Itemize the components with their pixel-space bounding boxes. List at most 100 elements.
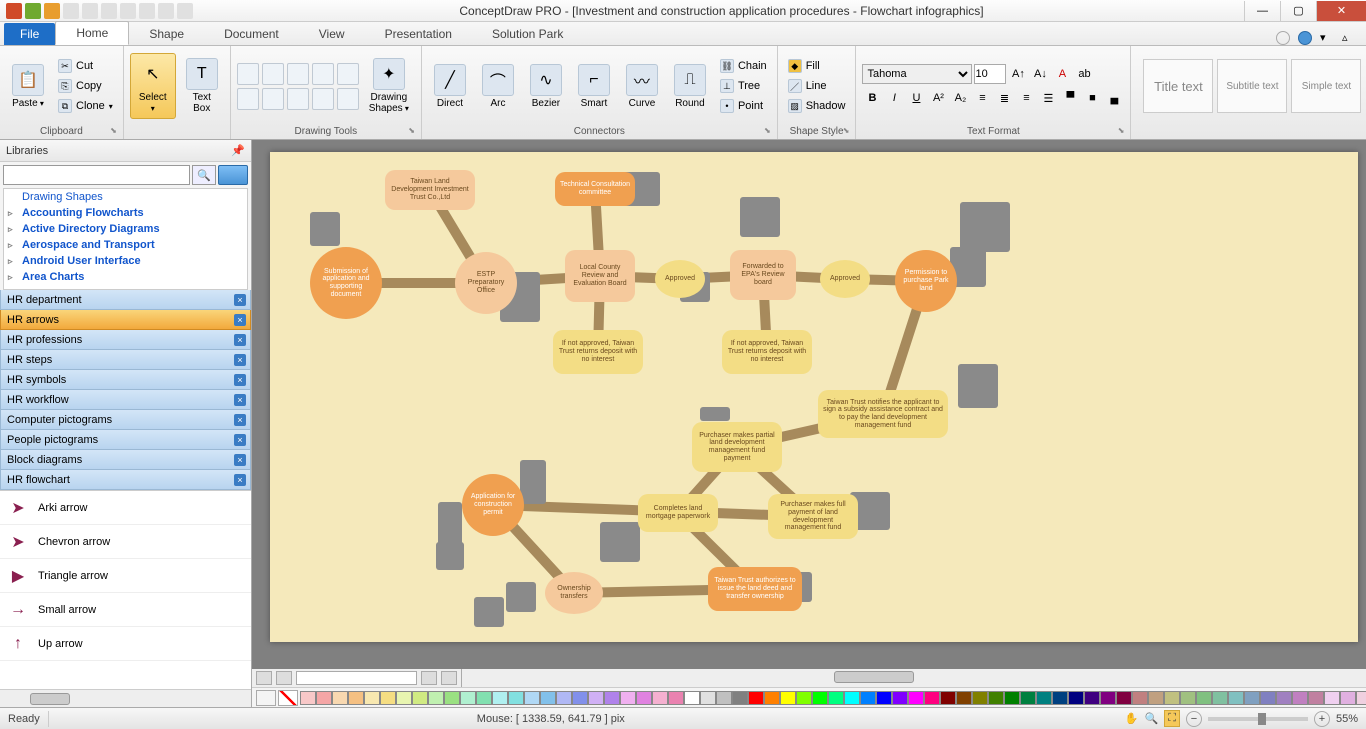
pictogram[interactable]: [700, 407, 730, 421]
minimize-button[interactable]: —: [1244, 1, 1280, 21]
color-swatch[interactable]: [652, 691, 668, 705]
page-next[interactable]: [421, 671, 437, 685]
connector-direct[interactable]: ╱Direct: [428, 60, 472, 113]
page-tab-1[interactable]: [296, 671, 417, 685]
zoom-out-button[interactable]: −: [1186, 711, 1202, 727]
search-icon[interactable]: 🔍: [192, 165, 216, 185]
close-icon[interactable]: ×: [234, 414, 246, 426]
color-swatch[interactable]: [1116, 691, 1132, 705]
color-swatch[interactable]: [1276, 691, 1292, 705]
libtree-item[interactable]: Aerospace and Transport: [4, 237, 247, 253]
line-button[interactable]: ／Line: [784, 77, 850, 95]
page-prev[interactable]: [276, 671, 292, 685]
pictogram[interactable]: [740, 197, 780, 237]
color-swatch[interactable]: [1020, 691, 1036, 705]
color-swatch[interactable]: [508, 691, 524, 705]
color-swatch[interactable]: [1036, 691, 1052, 705]
select-button[interactable]: ↖Select: [130, 53, 176, 119]
zoom-tool-icon[interactable]: 🔍: [1145, 712, 1159, 725]
color-swatch[interactable]: [460, 691, 476, 705]
library-category[interactable]: HR department×: [0, 290, 251, 310]
color-swatch[interactable]: [796, 691, 812, 705]
arrow-library-item[interactable]: ↑Up arrow: [0, 627, 251, 661]
connector-chain[interactable]: ⛓Chain: [716, 57, 771, 75]
color-swatch[interactable]: [476, 691, 492, 705]
close-icon[interactable]: ×: [234, 354, 246, 366]
color-swatch[interactable]: [348, 691, 364, 705]
qat-btn-6[interactable]: [101, 3, 117, 19]
arrow-library-item[interactable]: ➤Chevron arrow: [0, 525, 251, 559]
qat-btn-5[interactable]: [82, 3, 98, 19]
arrow-library-item[interactable]: →Small arrow: [0, 593, 251, 627]
close-button[interactable]: ✕: [1316, 1, 1366, 21]
color-swatch[interactable]: [620, 691, 636, 705]
color-swatch[interactable]: [412, 691, 428, 705]
align-justify[interactable]: ☰: [1038, 88, 1058, 108]
textbox-button[interactable]: TText Box: [180, 54, 224, 118]
file-tab[interactable]: File: [4, 23, 55, 45]
font-color[interactable]: A: [1052, 64, 1072, 84]
color-swatch[interactable]: [764, 691, 780, 705]
library-category[interactable]: HR workflow×: [0, 390, 251, 410]
color-swatch[interactable]: [1292, 691, 1308, 705]
flowchart-node[interactable]: Permission to purchase Park land: [895, 250, 957, 312]
pictogram[interactable]: [506, 582, 536, 612]
color-swatch[interactable]: [300, 691, 316, 705]
color-swatch[interactable]: [1100, 691, 1116, 705]
flowchart-node[interactable]: Purchaser makes partial land development…: [692, 422, 782, 472]
color-swatch[interactable]: [444, 691, 460, 705]
pictogram[interactable]: [958, 364, 998, 408]
color-swatch[interactable]: [876, 691, 892, 705]
library-category[interactable]: HR steps×: [0, 350, 251, 370]
flowchart-node[interactable]: If not approved, Taiwan Trust returns de…: [722, 330, 812, 374]
flowchart-node[interactable]: Local County Review and Evaluation Board: [565, 250, 635, 302]
align-right[interactable]: ≡: [1016, 88, 1036, 108]
color-swatch[interactable]: [1180, 691, 1196, 705]
color-swatch[interactable]: [908, 691, 924, 705]
color-swatch[interactable]: [812, 691, 828, 705]
flowchart-node[interactable]: Purchaser makes full payment of land dev…: [768, 494, 858, 539]
color-swatch[interactable]: [316, 691, 332, 705]
color-swatch[interactable]: [1324, 691, 1340, 705]
close-icon[interactable]: ×: [234, 334, 246, 346]
valign-bottom[interactable]: ▄: [1104, 88, 1124, 108]
library-category[interactable]: HR symbols×: [0, 370, 251, 390]
color-swatch[interactable]: [1212, 691, 1228, 705]
flowchart-node[interactable]: Taiwan Trust authorizes to issue the lan…: [708, 567, 802, 611]
libtree-item[interactable]: Android User Interface: [4, 253, 247, 269]
color-swatch[interactable]: [604, 691, 620, 705]
color-swatch[interactable]: [748, 691, 764, 705]
valign-top[interactable]: ▀: [1060, 88, 1080, 108]
connector-round[interactable]: ⎍Round: [668, 60, 712, 113]
cut-button[interactable]: ✂Cut: [54, 57, 117, 75]
canvas-hscroll[interactable]: [462, 669, 1366, 687]
color-swatch[interactable]: [540, 691, 556, 705]
tab-shape[interactable]: Shape: [129, 23, 204, 45]
library-category[interactable]: HR arrows×: [0, 310, 251, 330]
color-swatch[interactable]: [492, 691, 508, 705]
qat-btn-10[interactable]: [177, 3, 193, 19]
font-family-select[interactable]: Tahoma: [862, 64, 972, 84]
color-swatch[interactable]: [988, 691, 1004, 705]
color-swatch[interactable]: [1308, 691, 1324, 705]
increase-font[interactable]: A↑: [1008, 64, 1028, 84]
textstyle-title[interactable]: Title text: [1143, 59, 1213, 113]
decrease-font[interactable]: A↓: [1030, 64, 1050, 84]
pictogram[interactable]: [436, 542, 464, 570]
color-swatch[interactable]: [972, 691, 988, 705]
close-icon[interactable]: ×: [234, 434, 246, 446]
shadow-button[interactable]: ▨Shadow: [784, 97, 850, 115]
pictogram[interactable]: [960, 202, 1010, 252]
maximize-button[interactable]: ▢: [1280, 1, 1316, 21]
color-swatch[interactable]: [636, 691, 652, 705]
color-swatch[interactable]: [828, 691, 844, 705]
nocolor-icon[interactable]: [278, 690, 298, 706]
arrow-library-item[interactable]: ▶Triangle arrow: [0, 559, 251, 593]
color-swatch[interactable]: [684, 691, 700, 705]
color-swatch[interactable]: [428, 691, 444, 705]
color-swatch[interactable]: [588, 691, 604, 705]
color-swatch[interactable]: [892, 691, 908, 705]
color-swatch[interactable]: [1052, 691, 1068, 705]
color-swatch[interactable]: [1132, 691, 1148, 705]
clone-button[interactable]: ⧉Clone ▾: [54, 97, 117, 115]
